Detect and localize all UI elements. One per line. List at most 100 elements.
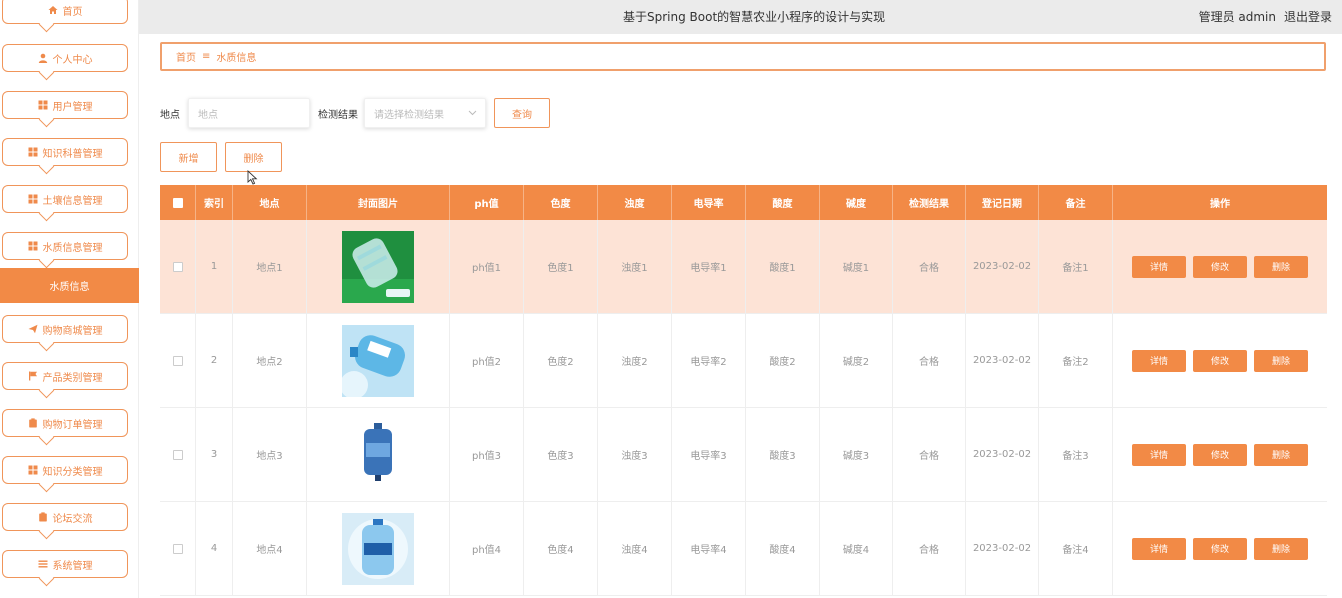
- column-header: 碱度: [820, 185, 893, 220]
- cell-turbidity: 浊度1: [598, 220, 672, 313]
- sidebar-item-label: 知识分类管理: [42, 466, 103, 478]
- edit-button[interactable]: 修改: [1193, 255, 1247, 278]
- sidebar-item-forum[interactable]: 论坛交流: [2, 503, 128, 531]
- cell-location: 地点1: [233, 220, 307, 313]
- delete-button[interactable]: 删除: [225, 142, 282, 172]
- sidebar-item-label: 知识科普管理: [42, 148, 103, 160]
- column-header: 索引: [196, 185, 233, 220]
- cell-turbidity: 浊度4: [598, 502, 672, 595]
- edit-button[interactable]: 修改: [1193, 443, 1247, 466]
- cell-date: 2023-02-02: [966, 220, 1039, 313]
- sidebar-item-users[interactable]: 用户管理: [2, 91, 128, 119]
- cell-actions: 详情 修改 删除: [1113, 220, 1327, 313]
- cell-location: 地点4: [233, 502, 307, 595]
- sidebar-item-home[interactable]: 首页: [2, 0, 128, 24]
- app-title: 基于Spring Boot的智慧农业小程序的设计与实现: [623, 10, 886, 24]
- cell-acidity: 酸度2: [746, 314, 820, 407]
- cell-acidity: 酸度3: [746, 408, 820, 501]
- column-header: 酸度: [746, 185, 820, 220]
- detail-button[interactable]: 详情: [1132, 537, 1186, 560]
- cell-date: 2023-02-02: [966, 408, 1039, 501]
- water-bottle-image: [342, 418, 414, 491]
- row-checkbox[interactable]: [172, 449, 183, 460]
- cell-acidity: 酸度1: [746, 220, 820, 313]
- cell-color: 色度1: [524, 220, 598, 313]
- cell-turbidity: 浊度3: [598, 408, 672, 501]
- edit-button[interactable]: 修改: [1193, 537, 1247, 560]
- sidebar-item-profile[interactable]: 个人中心: [2, 44, 128, 72]
- sidebar-item-knowledge-category[interactable]: 知识分类管理: [2, 456, 128, 484]
- column-header: 封面图片: [307, 185, 450, 220]
- grid-icon: [28, 194, 37, 204]
- cell-color: 色度2: [524, 314, 598, 407]
- sidebar-item-label: 产品类别管理: [42, 372, 103, 384]
- sidebar-item-label: 水质信息管理: [42, 242, 103, 254]
- grid-icon: [38, 100, 47, 110]
- cell-ph: ph值2: [450, 314, 524, 407]
- home-icon: [48, 6, 57, 14]
- cell-date: 2023-02-02: [966, 314, 1039, 407]
- row-checkbox[interactable]: [172, 355, 183, 366]
- detail-button[interactable]: 详情: [1132, 349, 1186, 372]
- cell-index: 4: [196, 502, 233, 595]
- sidebar-item-label: 系统管理: [52, 560, 93, 572]
- sidebar-item-label: 个人中心: [52, 54, 93, 66]
- sidebar-item-shop[interactable]: 购物商城管理: [2, 315, 128, 343]
- user-area: 管理员 admin 退出登录: [1199, 8, 1332, 25]
- breadcrumb-current: 水质信息: [216, 53, 257, 64]
- sidebar-item-orders[interactable]: 购物订单管理: [2, 409, 128, 437]
- query-button[interactable]: 查询: [494, 98, 550, 128]
- row-checkbox[interactable]: [172, 261, 183, 272]
- location-input[interactable]: 地点: [188, 98, 310, 128]
- water-bottle-image: [342, 230, 414, 303]
- row-checkbox[interactable]: [172, 543, 183, 554]
- table-row[interactable]: 1 地点1 ph值1 色度1 浊度1 电导率1 酸度1 碱度1 合格 2023-…: [160, 220, 1327, 314]
- grid-icon: [28, 147, 37, 157]
- select-all-checkbox[interactable]: [172, 197, 183, 208]
- row-delete-button[interactable]: 删除: [1254, 443, 1308, 466]
- cell-ph: ph值4: [450, 502, 524, 595]
- breadcrumb: 首页 ≡ 水质信息: [160, 42, 1326, 71]
- result-select[interactable]: 请选择检测结果: [364, 98, 486, 128]
- table-header: 索引 地点 封面图片 ph值 色度 浊度 电导率 酸度 碱度 检测结果 登记日期…: [160, 185, 1327, 220]
- sidebar: 首页 个人中心 用户管理 知识科普管理 土壤信息管理 水质信息管理 水质信息 购…: [0, 0, 139, 598]
- sidebar-item-water[interactable]: 水质信息管理: [2, 232, 128, 260]
- cell-cover: [307, 314, 450, 407]
- cell-index: 2: [196, 314, 233, 407]
- cell-note: 备注1: [1039, 220, 1113, 313]
- row-delete-button[interactable]: 删除: [1254, 537, 1308, 560]
- sidebar-item-knowledge[interactable]: 知识科普管理: [2, 138, 128, 166]
- row-delete-button[interactable]: 删除: [1254, 255, 1308, 278]
- cell-note: 备注2: [1039, 314, 1113, 407]
- select-all-cell: [160, 185, 196, 220]
- detail-button[interactable]: 详情: [1132, 443, 1186, 466]
- row-delete-button[interactable]: 删除: [1254, 349, 1308, 372]
- sidebar-item-label: 论坛交流: [52, 513, 93, 525]
- cell-note: 备注3: [1039, 408, 1113, 501]
- breadcrumb-home[interactable]: 首页: [176, 49, 196, 64]
- flag-icon: [28, 371, 37, 381]
- add-button[interactable]: 新增: [160, 142, 217, 172]
- grid-icon: [28, 465, 37, 475]
- table-row[interactable]: 2 地点2 ph值2 色度2 浊度2 电导率2 酸度2 碱度2 合格 2023-…: [160, 314, 1327, 408]
- cell-actions: 详情 修改 删除: [1113, 502, 1327, 595]
- table-row[interactable]: 3 地点3 ph值3 色度3 浊度3 电导率3 酸度3 碱度3 合格 2023-…: [160, 408, 1327, 502]
- sidebar-item-soil[interactable]: 土壤信息管理: [2, 185, 128, 213]
- cell-color: 色度3: [524, 408, 598, 501]
- cell-result: 合格: [893, 408, 966, 501]
- logout-link[interactable]: 退出登录: [1284, 8, 1332, 25]
- grid-icon: [28, 241, 37, 251]
- table-row[interactable]: 4 地点4 ph值4 色度4 浊度4 电导率4 酸度4 碱度4 合格 2023-…: [160, 502, 1327, 596]
- edit-button[interactable]: 修改: [1193, 349, 1247, 372]
- column-header: 登记日期: [966, 185, 1039, 220]
- cell-cover: [307, 502, 450, 595]
- sidebar-item-system[interactable]: 系统管理: [2, 550, 128, 578]
- sidebar-item-category[interactable]: 产品类别管理: [2, 362, 128, 390]
- add-button-label: 新增: [178, 153, 199, 165]
- cell-color: 色度4: [524, 502, 598, 595]
- chevron-down-icon: [468, 110, 477, 116]
- cell-conductivity: 电导率3: [672, 408, 746, 501]
- sidebar-subitem-water-info[interactable]: 水质信息: [0, 268, 139, 303]
- detail-button[interactable]: 详情: [1132, 255, 1186, 278]
- column-header: 备注: [1039, 185, 1113, 220]
